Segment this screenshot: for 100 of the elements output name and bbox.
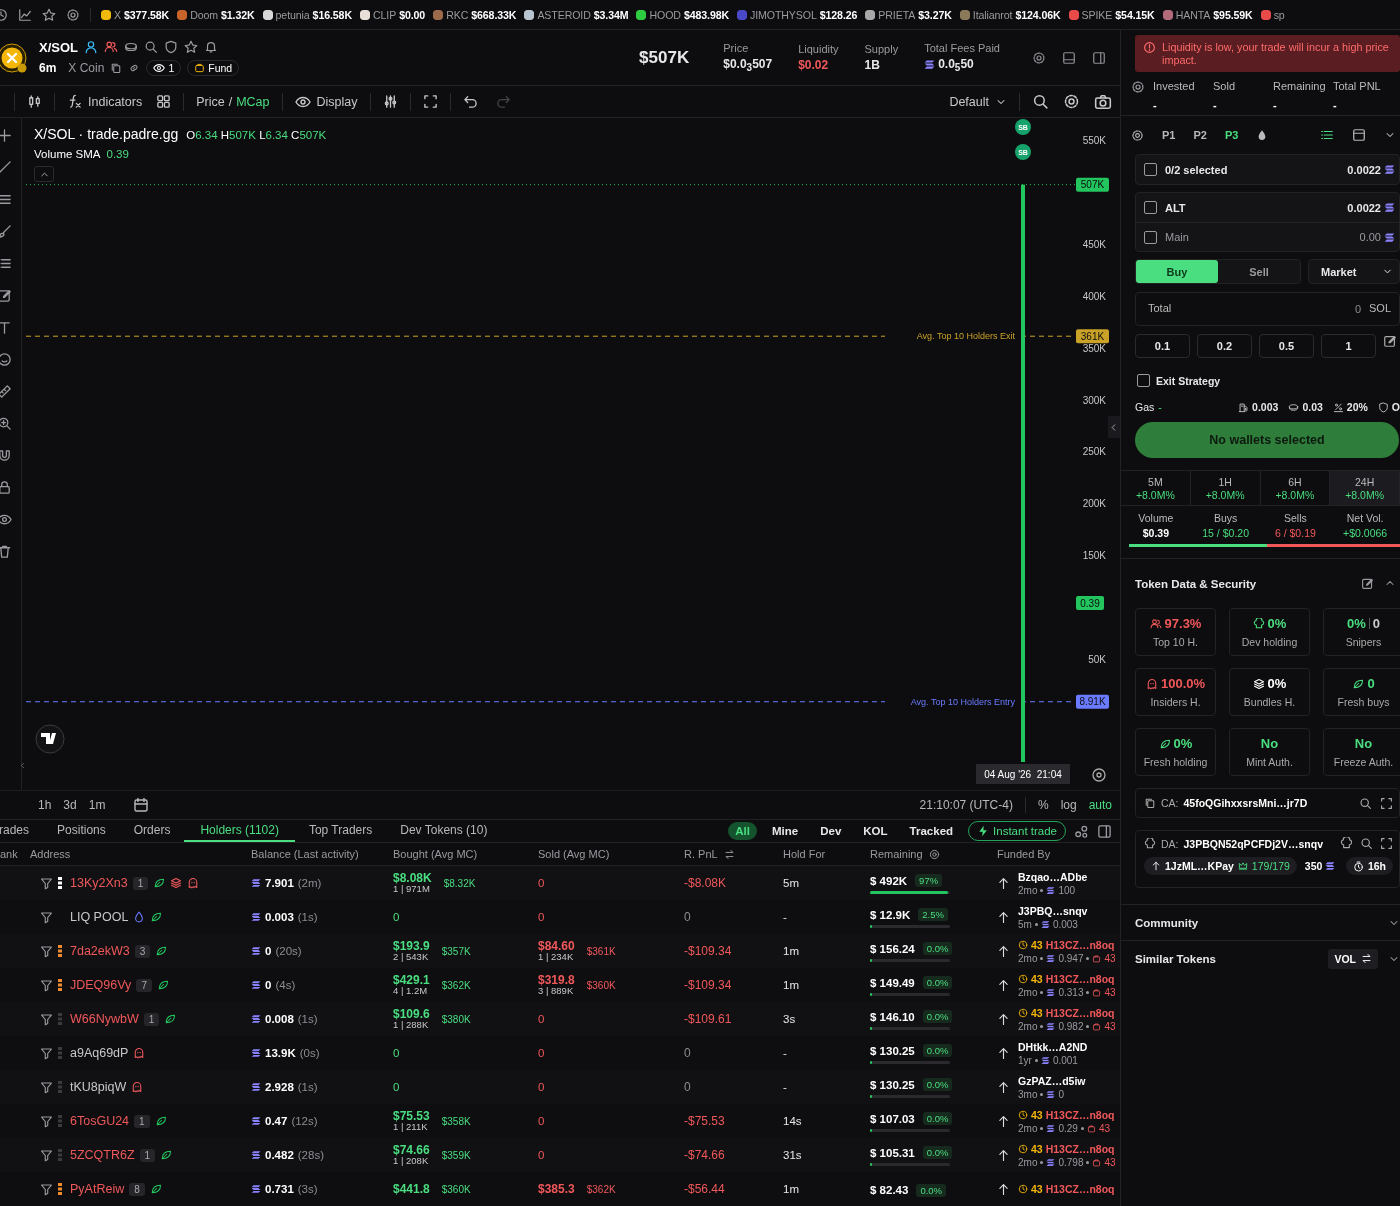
funder-address[interactable]: J3PBQ…snqv xyxy=(1018,904,1088,917)
ticker-item[interactable]: ASTEROID $3.34M xyxy=(524,8,629,21)
ticker-item[interactable]: HANTA $95.59K xyxy=(1162,8,1253,21)
filter-chip[interactable]: KOL xyxy=(856,822,895,840)
submit-button[interactable]: No wallets selected xyxy=(1135,422,1399,458)
last-activity: (3s) xyxy=(297,1183,318,1195)
trade-side-tab[interactable]: Buy xyxy=(1136,260,1218,283)
funder-address[interactable]: H13CZ…n8oq xyxy=(1045,1183,1115,1195)
contract-address[interactable]: 45foQGihxxsrsMni…jr7D xyxy=(1183,797,1308,809)
balance-value: 0.731 xyxy=(265,1183,294,1195)
price-mode-toggle[interactable]: Price xyxy=(196,94,225,109)
display-button[interactable]: Display xyxy=(294,93,358,110)
ticker-item[interactable]: RKC $668.33K xyxy=(433,8,517,21)
funder-address[interactable]: H13CZ…n8oq xyxy=(1045,938,1115,951)
column-header[interactable]: Bought (Avg MC) xyxy=(393,848,478,860)
filter-chip[interactable]: Dev xyxy=(813,822,849,840)
scale-toggle[interactable]: log xyxy=(1060,798,1077,812)
column-header[interactable]: Remaining xyxy=(870,848,923,860)
ticker-item[interactable]: JIMOTHYSOL $128.26 xyxy=(737,8,858,21)
wallet-balance: 0.0022 xyxy=(1347,163,1381,176)
filter-chip[interactable]: All xyxy=(728,822,757,840)
holder-address[interactable]: JDEQ96Vy xyxy=(70,978,132,992)
ticker-item[interactable]: petunia $16.58K xyxy=(262,8,352,21)
holder-address[interactable]: 7da2ekW3 xyxy=(70,944,130,958)
holder-address[interactable]: 13Ky2Xn3 xyxy=(70,876,128,890)
volume-legend: Volume SMA 0.39 xyxy=(34,148,327,160)
range-button[interactable]: 1m xyxy=(88,798,106,812)
pnl-value: -$109.34 xyxy=(684,978,733,992)
funder-address[interactable]: H13CZ…n8oq xyxy=(1045,972,1115,985)
ticker-item[interactable]: sp xyxy=(1260,8,1285,21)
ticker-item[interactable]: PRIETA $3.27K xyxy=(865,8,952,21)
holder-address[interactable]: tKU8piqW xyxy=(70,1080,127,1094)
amount-preset-button[interactable]: 0.2 xyxy=(1197,334,1252,358)
range-button[interactable]: 3d xyxy=(63,798,77,812)
pnl-value: 0 xyxy=(684,910,692,924)
range-button[interactable]: 1h xyxy=(38,798,52,812)
avg-market-cap: $8.32K xyxy=(443,877,476,889)
holder-address[interactable]: 6TosGU24 xyxy=(70,1114,130,1128)
share-badge: 0.0% xyxy=(916,1183,947,1197)
order-type-dropdown[interactable]: Market xyxy=(1308,259,1400,284)
column-header[interactable]: Balance (Last activity) xyxy=(251,848,359,860)
funder-chip[interactable]: 1JzML…KPay 179/179 xyxy=(1144,857,1297,875)
amount-preset-button[interactable]: 1 xyxy=(1321,334,1376,358)
filter-chip[interactable]: Mine xyxy=(765,822,806,840)
flow-value: +$0.0066 xyxy=(1342,526,1389,539)
holder-address[interactable]: W66NywbW xyxy=(70,1012,139,1026)
stat-value: 0.0$_{5}$50 xyxy=(938,56,974,74)
remaining-value: $ 107.03 xyxy=(870,1112,915,1125)
amount-preset-button[interactable]: 0.1 xyxy=(1135,334,1190,358)
column-header[interactable]: Address xyxy=(30,848,71,860)
trade-amount: 0 xyxy=(538,1115,545,1127)
table-tab[interactable]: Dev Tokens (10) xyxy=(386,820,502,842)
ticker-item[interactable]: Italianrot $124.06K xyxy=(959,8,1061,21)
layout-dropdown[interactable]: Default xyxy=(949,94,1007,109)
funder-address[interactable]: Bzqao…ADbe xyxy=(1018,870,1088,883)
filter-chip[interactable]: Tracked xyxy=(902,822,961,840)
holder-address[interactable]: 5ZCQTR6Z xyxy=(70,1148,135,1162)
scale-toggle[interactable]: auto xyxy=(1088,798,1112,812)
table-tab[interactable]: rades xyxy=(0,820,44,842)
table-tab[interactable]: Positions xyxy=(43,820,120,842)
sort-button[interactable]: VOL xyxy=(1328,948,1378,969)
table-tab[interactable]: Orders xyxy=(119,820,185,842)
funder-address[interactable]: H13CZ…n8oq xyxy=(1045,1142,1115,1155)
table-tab[interactable]: Holders (1102) xyxy=(184,820,295,842)
ticker-item[interactable]: HOOD $483.98K xyxy=(636,8,730,21)
preset-tab[interactable]: P1 xyxy=(1162,129,1176,141)
period-tab[interactable]: 5M +8.0M% xyxy=(1121,471,1191,505)
trade-side-tab[interactable]: Sell xyxy=(1218,260,1300,283)
section-title[interactable]: Similar Tokens xyxy=(1135,952,1216,965)
period-tab[interactable]: 1H +8.0M% xyxy=(1190,471,1261,505)
price-mode-toggle[interactable]: MCap xyxy=(236,94,270,109)
section-title[interactable]: Community xyxy=(1135,916,1199,929)
table-tab[interactable]: Top Traders xyxy=(294,820,387,842)
column-header[interactable]: R. PnL xyxy=(684,848,718,860)
scale-toggle[interactable]: % xyxy=(1037,798,1049,812)
ticker-item[interactable]: X $377.58K xyxy=(101,8,170,21)
ticker-item[interactable]: Doom $1.32K xyxy=(177,8,255,21)
column-header[interactable]: Hold For xyxy=(783,848,826,860)
column-header[interactable]: Sold (Avg MC) xyxy=(538,848,610,860)
amount-preset-button[interactable]: 0.5 xyxy=(1259,334,1314,358)
funder-address[interactable]: H13CZ…n8oq xyxy=(1045,1108,1115,1121)
ticker-item[interactable]: SPIKE $54.15K xyxy=(1068,8,1155,21)
holder-address[interactable]: LIQ POOL xyxy=(70,910,129,924)
axis-label: 50K xyxy=(1088,654,1106,666)
deployer-address[interactable]: J3PBQN52qPCFDj2V…snqv xyxy=(1183,837,1323,850)
preset-tab[interactable]: P3 xyxy=(1224,129,1239,141)
holder-address[interactable]: a9Aq69dP xyxy=(70,1046,129,1060)
holder-address[interactable]: PyAtReiw xyxy=(70,1182,125,1196)
age-chip: 16h xyxy=(1345,857,1393,875)
period-tab[interactable]: 24H +8.0M% xyxy=(1330,471,1400,505)
column-header[interactable]: ank xyxy=(0,848,18,860)
preset-tab[interactable]: P2 xyxy=(1193,129,1207,141)
column-header[interactable]: Funded By xyxy=(997,848,1051,860)
trade-detail: 2 | 543K xyxy=(393,952,429,963)
funder-address[interactable]: H13CZ…n8oq xyxy=(1045,1006,1115,1019)
ticker-item[interactable]: CLIP $0.00 xyxy=(359,8,426,21)
axis-label: 150K xyxy=(1082,550,1106,562)
indicators-button[interactable]: Indicators xyxy=(67,94,143,109)
funder-address[interactable]: GzPAZ…d5iw xyxy=(1018,1074,1086,1087)
funder-address[interactable]: DHtkk…A2ND xyxy=(1018,1040,1088,1053)
